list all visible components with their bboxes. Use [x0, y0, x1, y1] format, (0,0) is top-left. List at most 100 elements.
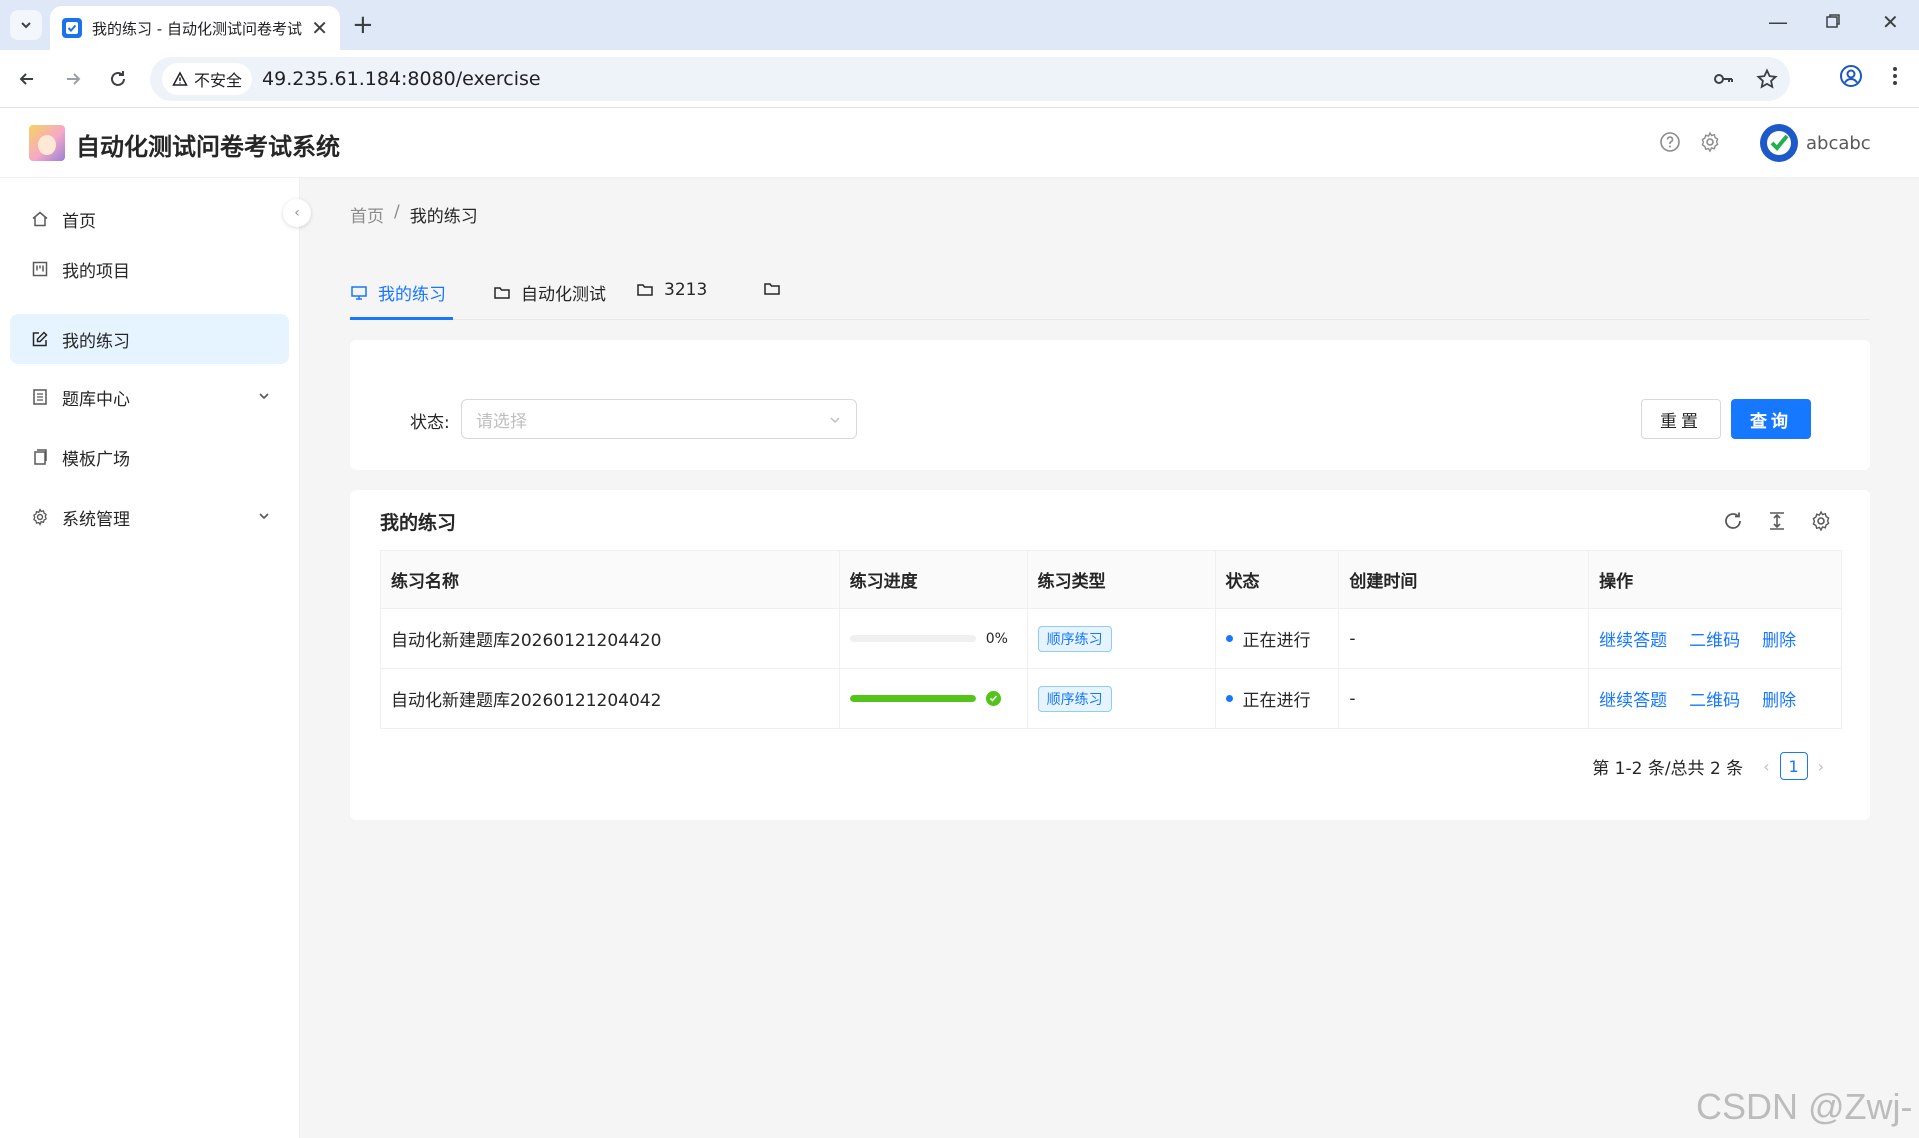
sidebar-item-question-bank[interactable]: 题库中心 [10, 372, 289, 422]
qrcode-link[interactable]: 二维码 [1689, 691, 1740, 711]
url-text[interactable]: 49.235.61.184:8080/exercise [262, 68, 541, 90]
page-button[interactable]: 1 [1779, 752, 1808, 780]
collapse-sidebar-button[interactable]: ‹ [283, 199, 311, 227]
window-close-icon[interactable]: ✕ [1882, 10, 1899, 34]
chevron-down-icon [257, 388, 271, 408]
exercise-table-card: 我的练习 练习名称 练习进度 练习类型 状态 创建时间 操作 自动化新建题库20… [350, 490, 1870, 820]
query-button[interactable]: 查询 [1731, 399, 1811, 439]
desktop-icon [351, 285, 367, 300]
profile-button[interactable] [1839, 64, 1863, 93]
forward-button[interactable] [58, 64, 88, 94]
progress-text: 0% [985, 630, 1008, 647]
home-icon [30, 209, 50, 229]
delete-link[interactable]: 删除 [1762, 691, 1796, 711]
folder-icon [637, 284, 653, 296]
column-header: 练习类型 [1026, 550, 1216, 609]
qrcode-link[interactable]: 二维码 [1689, 631, 1740, 651]
status-text: 正在进行 [1242, 631, 1311, 651]
tab-label: 3213 [664, 280, 708, 300]
column-header: 练习进度 [838, 550, 1028, 609]
sidebar-item-label: 模板广场 [62, 449, 130, 470]
filter-card: 状态: 请选择 重置 查询 [350, 340, 1870, 470]
sidebar-item-system[interactable]: 系统管理 [10, 492, 289, 542]
reload-icon [111, 71, 125, 86]
chevron-down-icon [21, 22, 31, 29]
refresh-icon[interactable] [1722, 510, 1744, 537]
breadcrumb-home[interactable]: 首页 [350, 202, 384, 227]
chevron-down-icon [828, 412, 842, 432]
restore-icon[interactable] [1825, 10, 1841, 34]
tab-folder-auto-test[interactable]: 自动化测试 [493, 280, 606, 305]
table-header-row: 练习名称 练习进度 练习类型 状态 创建时间 操作 [380, 550, 1842, 609]
continue-answer-link[interactable]: 继续答题 [1599, 691, 1667, 711]
exercise-name: 自动化新建题库20260121204420 [380, 608, 840, 669]
sidebar-item-label: 我的练习 [62, 331, 130, 352]
more-vert-icon [1893, 67, 1897, 85]
exercise-name: 自动化新建题库20260121204042 [380, 668, 840, 729]
new-tab-button[interactable]: + [352, 10, 374, 40]
sidebar-item-templates[interactable]: 模板广场 [10, 432, 289, 482]
sidebar: 首页 我的项目 我的练习 题库中心 模板广场 系统管理 ‹ [0, 178, 311, 1138]
delete-link[interactable]: 删除 [1762, 631, 1796, 651]
star-icon[interactable] [1756, 68, 1778, 90]
checkmark-icon [1767, 131, 1791, 155]
exercise-type-tag: 顺序练习 [1037, 625, 1112, 652]
username[interactable]: abcabc [1806, 133, 1871, 154]
folder-icon [494, 286, 510, 299]
next-page-icon[interactable]: › [1818, 757, 1824, 776]
tab-list-button[interactable] [10, 10, 42, 40]
created-time: - [1338, 668, 1590, 729]
column-header: 练习名称 [380, 550, 840, 609]
status-select-placeholder: 请选择 [476, 411, 527, 432]
page-tabs: 我的练习 自动化测试 3213 [350, 270, 1870, 320]
browser-menu-button[interactable] [1883, 64, 1907, 93]
avatar[interactable] [1760, 124, 1798, 162]
tab-close-icon[interactable]: ✕ [311, 16, 328, 40]
table-settings-icon[interactable] [1810, 510, 1832, 537]
browser-tab[interactable]: 我的练习 - 自动化测试问卷考试 ✕ [50, 6, 340, 50]
sidebar-item-label: 题库中心 [62, 389, 130, 410]
continue-answer-link[interactable]: 继续答题 [1599, 631, 1667, 651]
progress-fill [849, 695, 976, 702]
tab-my-exercise[interactable]: 我的练习 [350, 280, 446, 305]
exercise-type-tag: 顺序练习 [1037, 685, 1112, 712]
tab-label: 自动化测试 [521, 285, 606, 305]
column-height-icon[interactable] [1766, 510, 1788, 537]
prev-page-icon[interactable]: ‹ [1763, 757, 1769, 776]
back-button[interactable] [12, 64, 42, 94]
omnibox[interactable]: 不安全 49.235.61.184:8080/exercise [150, 57, 1790, 101]
chevron-down-icon [257, 508, 271, 528]
active-tab-indicator [350, 317, 453, 320]
help-icon[interactable] [1659, 131, 1681, 158]
minimize-icon[interactable]: — [1768, 10, 1788, 34]
sidebar-item-projects[interactable]: 我的项目 [10, 244, 289, 294]
security-chip[interactable]: 不安全 [162, 63, 253, 95]
settings-icon[interactable] [1699, 131, 1721, 158]
reload-button[interactable] [103, 64, 133, 94]
sidebar-item-exercise[interactable]: 我的练习 [10, 314, 289, 364]
status-select[interactable]: 请选择 [461, 399, 857, 439]
sidebar-item-label: 我的项目 [62, 261, 130, 282]
app-header: 自动化测试问卷考试系统 abcabc [0, 108, 1919, 178]
tab-folder-empty[interactable] [763, 280, 791, 298]
check-circle-icon [985, 691, 1001, 706]
reset-button[interactable]: 重置 [1641, 399, 1721, 439]
pagination-summary: 第 1-2 条/总共 2 条 [1592, 758, 1744, 779]
column-header: 创建时间 [1338, 550, 1590, 609]
security-label: 不安全 [194, 71, 243, 90]
created-time: - [1338, 608, 1590, 669]
sidebar-item-label: 首页 [62, 211, 96, 232]
gear-icon [30, 507, 50, 527]
column-header: 状态 [1214, 550, 1340, 609]
favicon-icon [62, 18, 82, 38]
sidebar-item-home[interactable]: 首页 [10, 194, 289, 244]
key-icon[interactable] [1712, 68, 1734, 90]
status-text: 正在进行 [1242, 691, 1311, 711]
tab-folder-3213[interactable]: 3213 [636, 280, 707, 300]
book-icon [30, 387, 50, 407]
tab-label: 我的练习 [378, 285, 446, 305]
edit-icon [30, 329, 50, 349]
pagination: 第 1-2 条/总共 2 条 ‹ 1 › [1592, 752, 1834, 780]
progress-bar: 0% [849, 630, 1027, 647]
project-icon [30, 259, 50, 279]
